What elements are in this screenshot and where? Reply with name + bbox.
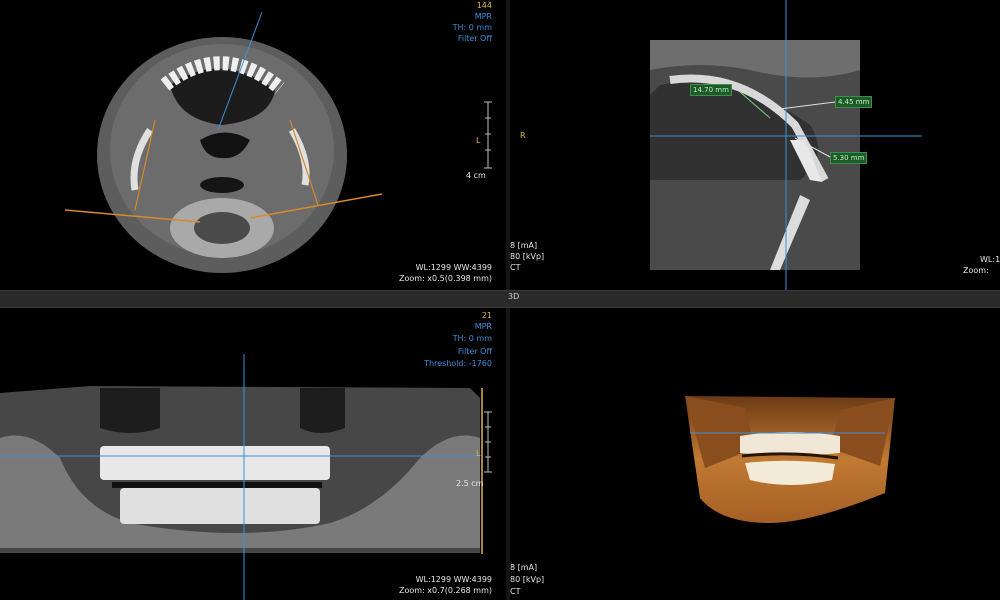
sagittal-viewport[interactable]: 14.70 mm 4.45 mm 5.30 mm R 8 [mA] 80 [kV… — [510, 0, 1000, 290]
filter-label: Filter Off — [457, 347, 492, 356]
kvp-label: 80 [kVp] — [510, 252, 545, 261]
mode-label: MPR — [474, 12, 492, 21]
ma-label: 8 [mA] — [510, 241, 538, 250]
kvp-label: 80 [kVp] — [510, 575, 545, 584]
modality-label: CT — [510, 587, 521, 596]
axial-viewport[interactable]: 144 MPR TH: 0 mm Filter Off L 4 cm WL:12… — [0, 0, 506, 290]
zoom-partial: Zoom: — [963, 266, 989, 275]
panoramic-image — [0, 354, 492, 600]
3d-viewport[interactable]: 8 [mA] 80 [kVp] CT — [510, 308, 1000, 600]
orientation-marker-r: R — [520, 131, 526, 140]
sagittal-image — [650, 0, 922, 290]
ma-label: 8 [mA] — [510, 563, 538, 572]
3d-label: 3D — [508, 292, 520, 301]
measurement-2[interactable]: 4.45 mm — [835, 96, 873, 108]
axial-image — [64, 11, 492, 273]
window-level-partial: WL:1 — [980, 255, 1000, 264]
panoramic-viewport[interactable]: 21 MPR TH: 0 mm Filter Off Threshold: -1… — [0, 308, 506, 600]
filter-label: Filter Off — [457, 34, 492, 43]
zoom-label: Zoom: x0.7(0.268 mm) — [398, 586, 492, 595]
thickness-label: TH: 0 mm — [452, 334, 492, 343]
threshold-label: Threshold: -1760 — [424, 359, 492, 368]
thickness-label: TH: 0 mm — [452, 23, 492, 32]
scale-label: 4 cm — [466, 171, 486, 180]
slice-number: 21 — [481, 311, 492, 320]
measurement-1[interactable]: 14.70 mm — [690, 84, 732, 96]
mode-label: MPR — [474, 322, 492, 331]
orientation-marker: L — [476, 449, 481, 458]
measurement-3[interactable]: 5.30 mm — [830, 152, 868, 164]
slice-number: 144 — [476, 1, 492, 10]
zoom-label: Zoom: x0.5(0.398 mm) — [398, 274, 492, 283]
orientation-marker: L — [476, 136, 481, 145]
3d-render — [685, 396, 895, 523]
modality-label: CT — [510, 263, 521, 272]
scale-label: 2.5 cm — [456, 479, 484, 488]
horizontal-divider[interactable] — [0, 290, 1000, 308]
window-level: WL:1299 WW:4399 — [415, 575, 492, 584]
window-level: WL:1299 WW:4399 — [415, 263, 492, 272]
